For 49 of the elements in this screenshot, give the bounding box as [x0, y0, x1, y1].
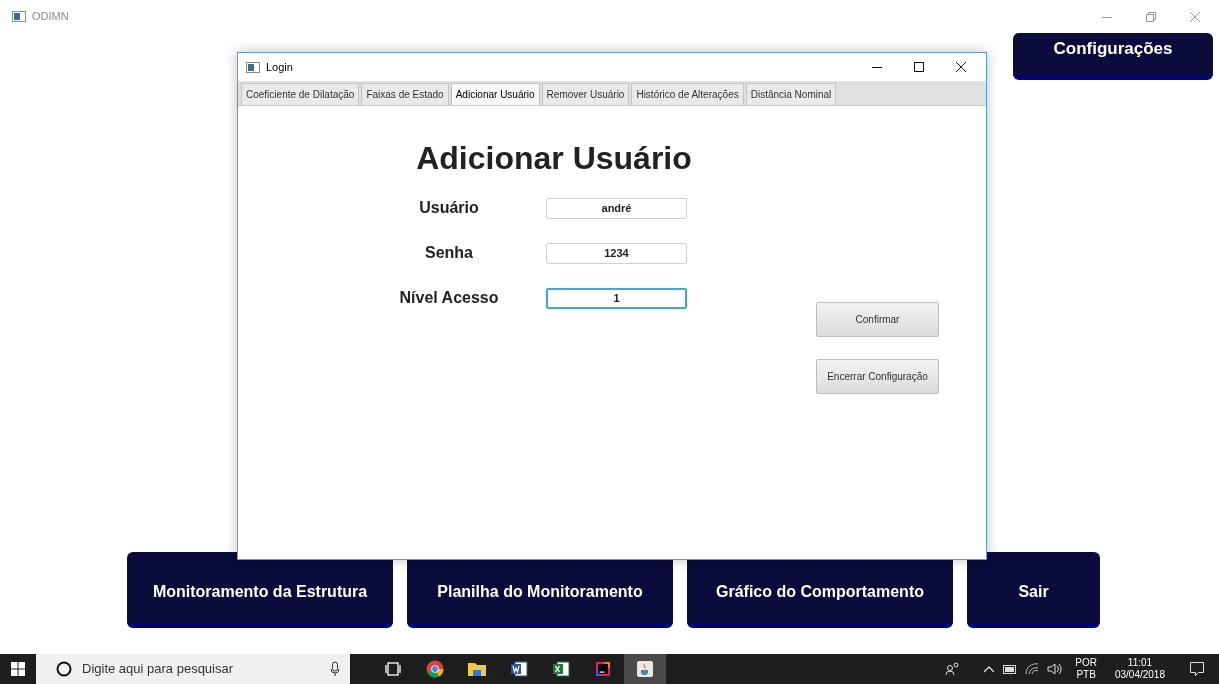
text-field[interactable]: andré [546, 197, 687, 219]
tab[interactable]: Coeficiente de Dilatação [241, 83, 360, 105]
dialog-title: Login [266, 59, 293, 75]
text-field[interactable]: 1 [546, 287, 687, 309]
clock-time[interactable]: 11:01 [1127, 657, 1153, 669]
caret-up-icon[interactable] [983, 665, 996, 673]
settings-button[interactable]: Configurações [1013, 33, 1213, 80]
window-title: ODIMN [32, 9, 69, 25]
notification-icon[interactable] [1189, 661, 1205, 677]
nav-button[interactable]: Monitoramento da Estrutura [127, 552, 393, 628]
code-editor-icon[interactable] [594, 660, 612, 678]
keyboard-layout[interactable]: PTB [1076, 669, 1096, 681]
field-label: Nível Acesso [398, 288, 500, 308]
tab[interactable]: Remover Usuário [541, 83, 630, 105]
field-label: Senha [424, 243, 474, 263]
restore-icon [1146, 11, 1156, 22]
wifi-icon[interactable] [1025, 663, 1040, 675]
cup-icon[interactable] [636, 660, 654, 678]
clock-date[interactable]: 03/04/2018 [1114, 669, 1165, 681]
tab[interactable]: Distância Nominal [745, 83, 837, 105]
nav-button[interactable]: Sair [967, 552, 1100, 628]
tab[interactable]: Histórico de Alterações [631, 83, 744, 105]
text-field[interactable]: 1234 [546, 242, 687, 264]
maximize-icon [914, 62, 924, 72]
action-button[interactable]: Confirmar [816, 302, 939, 337]
windows-logo-icon [11, 662, 25, 676]
page-heading: Adicionar Usuário [416, 140, 692, 176]
close-icon [1190, 11, 1200, 22]
people-icon[interactable] [945, 662, 962, 676]
action-button[interactable]: Encerrar Configuração [816, 359, 939, 394]
close-icon [956, 62, 966, 72]
microphone-icon[interactable] [330, 661, 340, 677]
task-view-icon[interactable] [385, 662, 401, 676]
search-field[interactable]: Digite aqui para pesquisar [82, 659, 330, 679]
language-indicator[interactable]: POR [1075, 657, 1097, 669]
browser-icon[interactable] [426, 660, 444, 678]
speaker-icon[interactable] [1047, 663, 1064, 675]
folder-icon[interactable] [467, 661, 487, 677]
field-label: Usuário [418, 198, 480, 218]
search-box[interactable]: Digite aqui para pesquisar [36, 654, 350, 684]
tab[interactable]: Faixas de Estado [361, 83, 449, 105]
cortana-circle-icon [56, 661, 72, 677]
app-icon [12, 11, 26, 22]
tab[interactable]: Adicionar Usuário [450, 83, 540, 105]
taskbar-app[interactable] [624, 654, 666, 684]
battery-icon[interactable] [1003, 664, 1018, 674]
spreadsheet-icon[interactable] [552, 660, 570, 678]
app-icon [246, 61, 260, 73]
document-icon[interactable] [510, 660, 528, 678]
